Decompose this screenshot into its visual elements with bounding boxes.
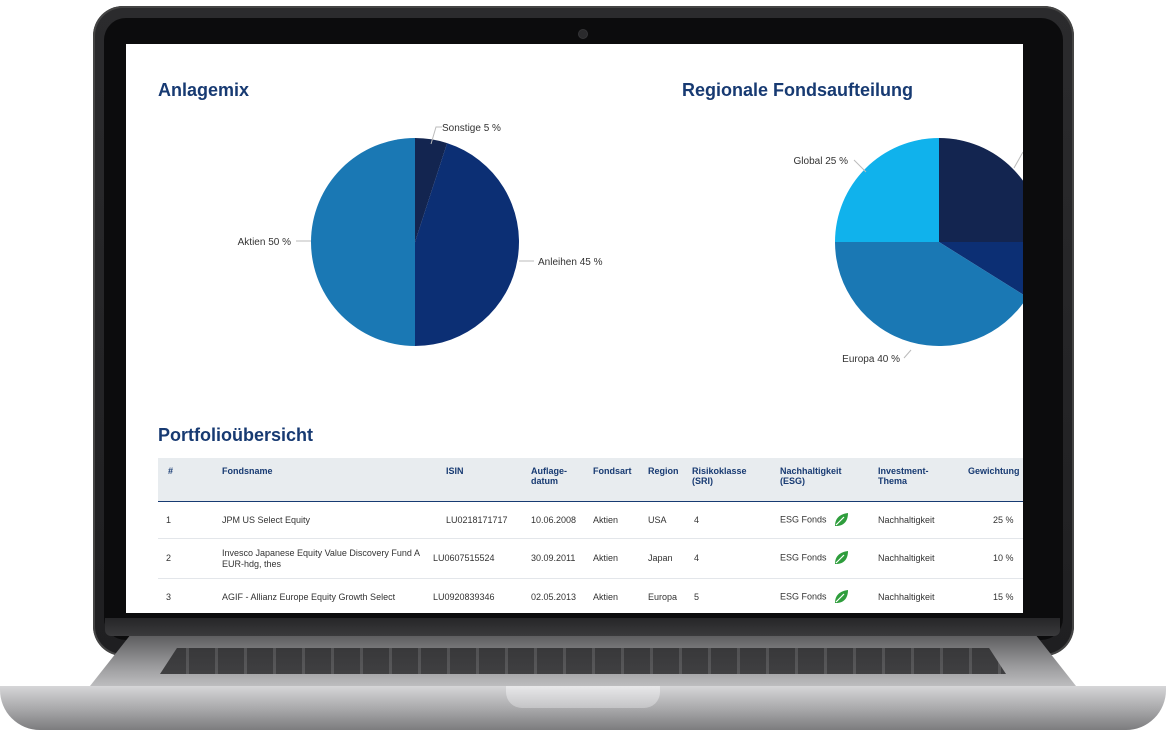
camera-icon <box>579 30 587 38</box>
cell-launch-date: 10.06.2008 <box>531 515 577 525</box>
col-theme: Investment- Thema <box>878 466 929 486</box>
cell-region: Japan <box>648 553 673 563</box>
cell-esg: ESG Fonds <box>780 589 849 605</box>
cell-launch-date: 02.05.2013 <box>531 592 577 602</box>
cell-risk-class: 4 <box>694 515 700 525</box>
cell-weight: 15 % <box>993 592 1014 602</box>
cell-region: USA <box>648 515 667 525</box>
pie-label: Aktien 50 % <box>238 237 291 248</box>
cell-weight: 25 % <box>993 515 1014 525</box>
screen: Anlagemix Regionale Fondsaufteilung Sons… <box>126 44 1023 613</box>
cell-theme: Nachhaltigkeit <box>878 592 935 602</box>
pie-leader-line <box>853 159 867 173</box>
cell-region: Europa <box>648 592 678 602</box>
table-header: # Fondsname ISIN Auflage- datum Fondsart… <box>158 458 1023 502</box>
keyboard <box>160 648 1006 674</box>
col-number: # <box>168 466 174 476</box>
pie-leader-line <box>1013 151 1023 169</box>
pie-label: Sonstige 5 % <box>442 123 501 134</box>
leaf-icon <box>835 513 849 526</box>
esg-label: ESG Fonds <box>780 552 827 563</box>
col-risk-class: Risikoklasse (SRI) <box>692 466 747 486</box>
col-isin: ISIN <box>446 466 464 476</box>
laptop-base <box>0 636 1166 732</box>
col-fund-name: Fondsname <box>222 466 273 476</box>
laptop-mockup: Anlagemix Regionale Fondsaufteilung Sons… <box>0 0 1166 732</box>
cell-number: 3 <box>166 592 172 602</box>
laptop-hinge <box>105 618 1060 636</box>
cell-esg: ESG Fonds <box>780 550 849 566</box>
cell-isin: LU0920839346 <box>433 592 495 602</box>
col-region: Region <box>648 466 679 476</box>
col-esg: Nachhaltigkeit (ESG) <box>780 466 842 486</box>
cell-fund-type: Aktien <box>593 592 619 602</box>
cell-isin: LU0218171717 <box>446 515 508 525</box>
pie-slice[interactable] <box>311 138 415 346</box>
cell-isin: LU0607515524 <box>433 553 495 563</box>
leaf-icon <box>835 551 849 564</box>
pie-label: Europa 40 % <box>842 354 900 365</box>
table-row[interactable]: 2 Invesco Japanese Equity Value Discover… <box>158 539 1023 579</box>
cell-theme: Nachhaltigkeit <box>878 515 935 525</box>
col-weight: Gewichtung <box>968 466 1020 476</box>
pie-leader-line <box>903 349 912 359</box>
cell-fund-name: Invesco Japanese Equity Value Discovery … <box>222 548 420 569</box>
cell-launch-date: 30.09.2011 <box>531 553 576 563</box>
leaf-icon <box>835 590 849 603</box>
portfolio-table: # Fondsname ISIN Auflage- datum Fondsart… <box>158 458 1023 613</box>
esg-label: ESG Fonds <box>780 514 827 525</box>
cell-number: 1 <box>166 515 172 525</box>
cell-risk-class: 4 <box>694 553 700 563</box>
opening-notch <box>506 686 660 708</box>
pie-label: Global 25 % <box>794 156 849 167</box>
esg-label: ESG Fonds <box>780 591 827 602</box>
col-fund-type: Fondsart <box>593 466 632 476</box>
cell-fund-type: Aktien <box>593 553 619 563</box>
asset-mix-title: Anlagemix <box>158 80 250 100</box>
charts-area: Sonstige 5 % Anleihen 45 % Aktien 50 % Glob… <box>238 123 1023 365</box>
regional-title: Regionale Fondsaufteilung <box>682 80 914 100</box>
cell-fund-name: AGIF - Allianz Europe Equity Growth Sele… <box>222 592 396 602</box>
cell-theme: Nachhaltigkeit <box>878 553 935 563</box>
col-launch-date: Auflage- datum <box>531 466 567 486</box>
pie-label: Anleihen 45 % <box>538 257 603 268</box>
cell-number: 2 <box>166 553 172 563</box>
cell-esg: ESG Fonds <box>780 512 849 528</box>
pie-slice[interactable] <box>835 138 939 242</box>
pie-slice[interactable] <box>939 138 1023 242</box>
cell-fund-name: JPM US Select Equity <box>222 515 311 525</box>
cell-weight: 10 % <box>993 553 1014 563</box>
cell-risk-class: 5 <box>694 592 700 602</box>
cell-fund-type: Aktien <box>593 515 619 525</box>
table-row[interactable]: 1 JPM US Select Equity LU0218171717 10.0… <box>158 502 1023 539</box>
table-row[interactable]: 3 AGIF - Allianz Europe Equity Growth Se… <box>158 579 1023 613</box>
portfolio-title: Portfolioübersicht <box>158 425 314 445</box>
